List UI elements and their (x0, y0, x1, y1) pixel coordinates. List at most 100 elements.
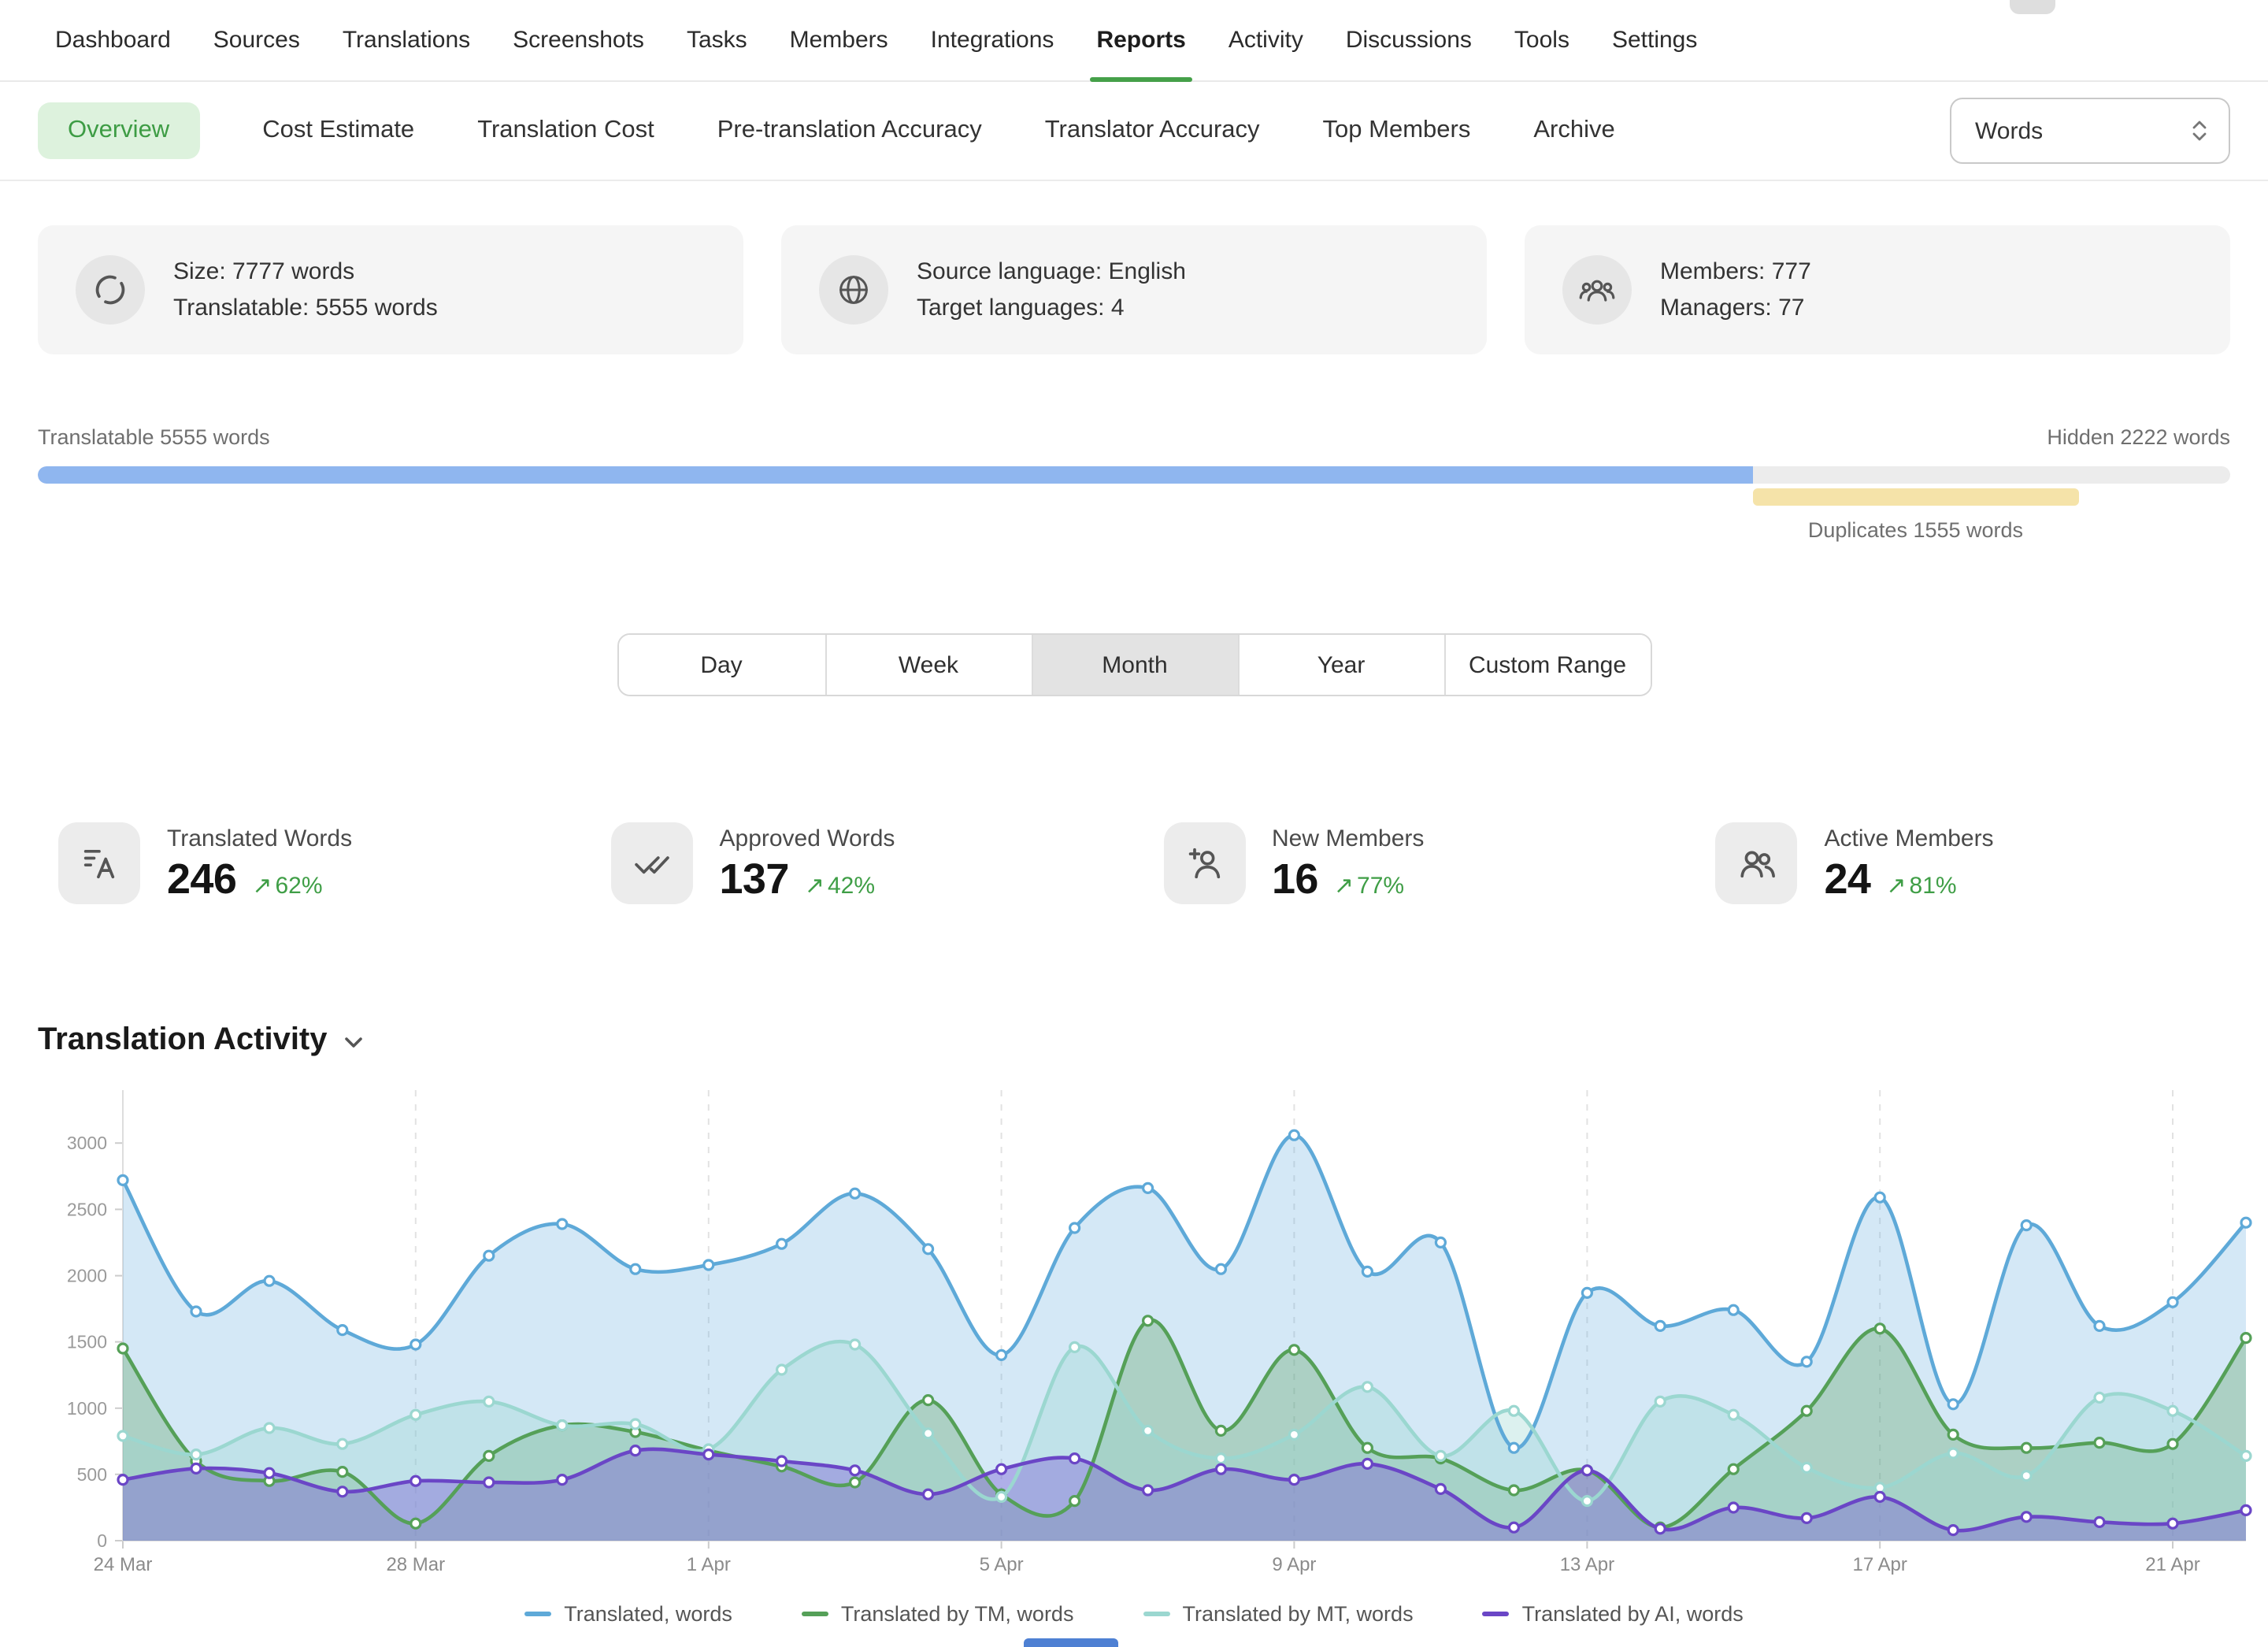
range-day[interactable]: Day (618, 635, 825, 695)
size-line: Size: 7777 words (173, 254, 438, 291)
kpi-stats: Translated Words 246 ↗62% Approved Words… (58, 822, 2268, 904)
legend-marker (1143, 1611, 1169, 1615)
svg-text:24 Mar: 24 Mar (94, 1554, 153, 1575)
svg-text:3000: 3000 (67, 1133, 107, 1153)
svg-text:5 Apr: 5 Apr (980, 1554, 1024, 1575)
stat-delta-value: 81% (1910, 873, 1957, 900)
translatable-line: Translatable: 5555 words (173, 290, 438, 327)
legend-marker (802, 1611, 828, 1615)
stat-label: Approved Words (720, 825, 895, 852)
stat-delta-value: 42% (828, 873, 875, 900)
stat-delta: ↗81% (1886, 871, 1956, 900)
stat-delta: ↗42% (805, 871, 875, 900)
nav-members[interactable]: Members (790, 25, 888, 57)
bar-duplicates (1752, 488, 2079, 506)
translatable-words-label: Translatable 5555 words (38, 425, 270, 454)
main-nav: Dashboard Sources Translations Screensho… (0, 0, 2268, 82)
stat-value: 137 (720, 855, 789, 904)
chevron-down-icon[interactable] (343, 1032, 364, 1052)
progress-ring-icon (76, 255, 145, 325)
bar-track (38, 466, 2230, 484)
words-breakdown-bar: Translatable 5555 words Hidden 2222 word… (38, 425, 2230, 547)
stat-value: 246 (167, 855, 236, 904)
stat-translated-words: Translated Words 246 ↗62% (58, 822, 611, 904)
add-member-icon (1163, 822, 1245, 904)
tab-archive[interactable]: Archive (1533, 117, 1614, 145)
legend-label: Translated by TM, words (841, 1601, 1074, 1625)
legend-label: Translated by AI, words (1522, 1601, 1744, 1625)
nav-dashboard[interactable]: Dashboard (55, 25, 171, 57)
svg-text:13 Apr: 13 Apr (1560, 1554, 1614, 1575)
nav-discussions[interactable]: Discussions (1346, 25, 1472, 57)
globe-icon (819, 255, 888, 325)
tab-translator-accuracy[interactable]: Translator Accuracy (1045, 117, 1260, 145)
stat-label: New Members (1272, 825, 1424, 852)
nav-tasks[interactable]: Tasks (687, 25, 747, 57)
stat-active-members: Active Members 24 ↗81% (1716, 822, 2268, 904)
legend-item-translated-tm[interactable]: Translated by TM, words (802, 1601, 1074, 1625)
source-language-line: Source language: English (917, 254, 1186, 291)
svg-text:28 Mar: 28 Mar (386, 1554, 445, 1575)
translation-activity-chart[interactable]: 24 Mar28 Mar1 Apr5 Apr9 Apr13 Apr17 Apr2… (0, 1071, 2268, 1591)
trend-up-icon: ↗ (805, 871, 825, 900)
stat-new-members: New Members 16 ↗77% (1163, 822, 1716, 904)
date-range-toggle: Day Week Month Year Custom Range (617, 633, 1651, 696)
svg-text:2000: 2000 (67, 1266, 107, 1286)
stat-delta: ↗62% (252, 871, 322, 900)
range-year[interactable]: Year (1237, 635, 1443, 695)
tab-pretranslation-accuracy[interactable]: Pre-translation Accuracy (717, 117, 982, 145)
section-title: Translation Activity (38, 1022, 328, 1058)
nav-screenshots[interactable]: Screenshots (513, 25, 644, 57)
nav-translations[interactable]: Translations (343, 25, 470, 57)
header-avatar-cutoff[interactable] (2010, 0, 2055, 14)
svg-text:2500: 2500 (67, 1199, 107, 1219)
nav-activity[interactable]: Activity (1228, 25, 1303, 57)
stat-delta-value: 77% (1357, 873, 1404, 900)
svg-text:1 Apr: 1 Apr (687, 1554, 731, 1575)
tab-cost-estimate[interactable]: Cost Estimate (262, 117, 414, 145)
svg-text:17 Apr: 17 Apr (1853, 1554, 1907, 1575)
svg-text:1000: 1000 (67, 1398, 107, 1419)
chart-legend: Translated, words Translated by TM, word… (0, 1597, 2268, 1629)
legend-marker (1483, 1611, 1510, 1615)
summary-cards: Size: 7777 words Translatable: 5555 word… (38, 225, 2230, 354)
bar-translatable (38, 466, 1752, 484)
size-card: Size: 7777 words Translatable: 5555 word… (38, 225, 743, 354)
svg-text:21 Apr: 21 Apr (2145, 1554, 2199, 1575)
reports-subnav: Overview Cost Estimate Translation Cost … (0, 82, 2268, 181)
tab-overview[interactable]: Overview (38, 102, 199, 159)
tab-top-members[interactable]: Top Members (1323, 117, 1471, 145)
members-card: Members: 777 Managers: 77 (1525, 225, 2230, 354)
hidden-words-label: Hidden 2222 words (2047, 425, 2230, 454)
unit-select-value: Words (1975, 117, 2043, 144)
nav-sources[interactable]: Sources (213, 25, 300, 57)
members-line: Members: 777 (1660, 254, 1811, 291)
legend-label: Translated, words (564, 1601, 732, 1625)
unit-select[interactable]: Words (1950, 98, 2230, 164)
svg-text:0: 0 (97, 1530, 107, 1551)
legend-item-translated[interactable]: Translated, words (524, 1601, 732, 1625)
nav-settings[interactable]: Settings (1612, 25, 1697, 57)
trend-up-icon: ↗ (252, 871, 272, 900)
language-card: Source language: English Target language… (781, 225, 1487, 354)
range-custom[interactable]: Custom Range (1443, 635, 1650, 695)
stat-approved-words: Approved Words 137 ↗42% (611, 822, 1164, 904)
legend-item-translated-mt[interactable]: Translated by MT, words (1143, 1601, 1413, 1625)
nav-tools[interactable]: Tools (1514, 25, 1569, 57)
translate-icon (58, 822, 140, 904)
legend-marker (524, 1611, 551, 1615)
trend-up-icon: ↗ (1886, 871, 1906, 900)
stat-label: Active Members (1825, 825, 1994, 852)
members-icon (1716, 822, 1798, 904)
svg-text:1500: 1500 (67, 1332, 107, 1352)
tab-translation-cost[interactable]: Translation Cost (477, 117, 654, 145)
legend-label: Translated by MT, words (1182, 1601, 1413, 1625)
nav-integrations[interactable]: Integrations (931, 25, 1054, 57)
nav-reports[interactable]: Reports (1096, 25, 1185, 57)
range-month[interactable]: Month (1031, 635, 1237, 695)
stat-delta-value: 62% (275, 873, 322, 900)
legend-item-translated-ai[interactable]: Translated by AI, words (1483, 1601, 1744, 1625)
range-week[interactable]: Week (825, 635, 1031, 695)
scroll-indicator[interactable] (1024, 1638, 1118, 1647)
duplicates-label: Duplicates 1555 words (1808, 518, 2023, 542)
